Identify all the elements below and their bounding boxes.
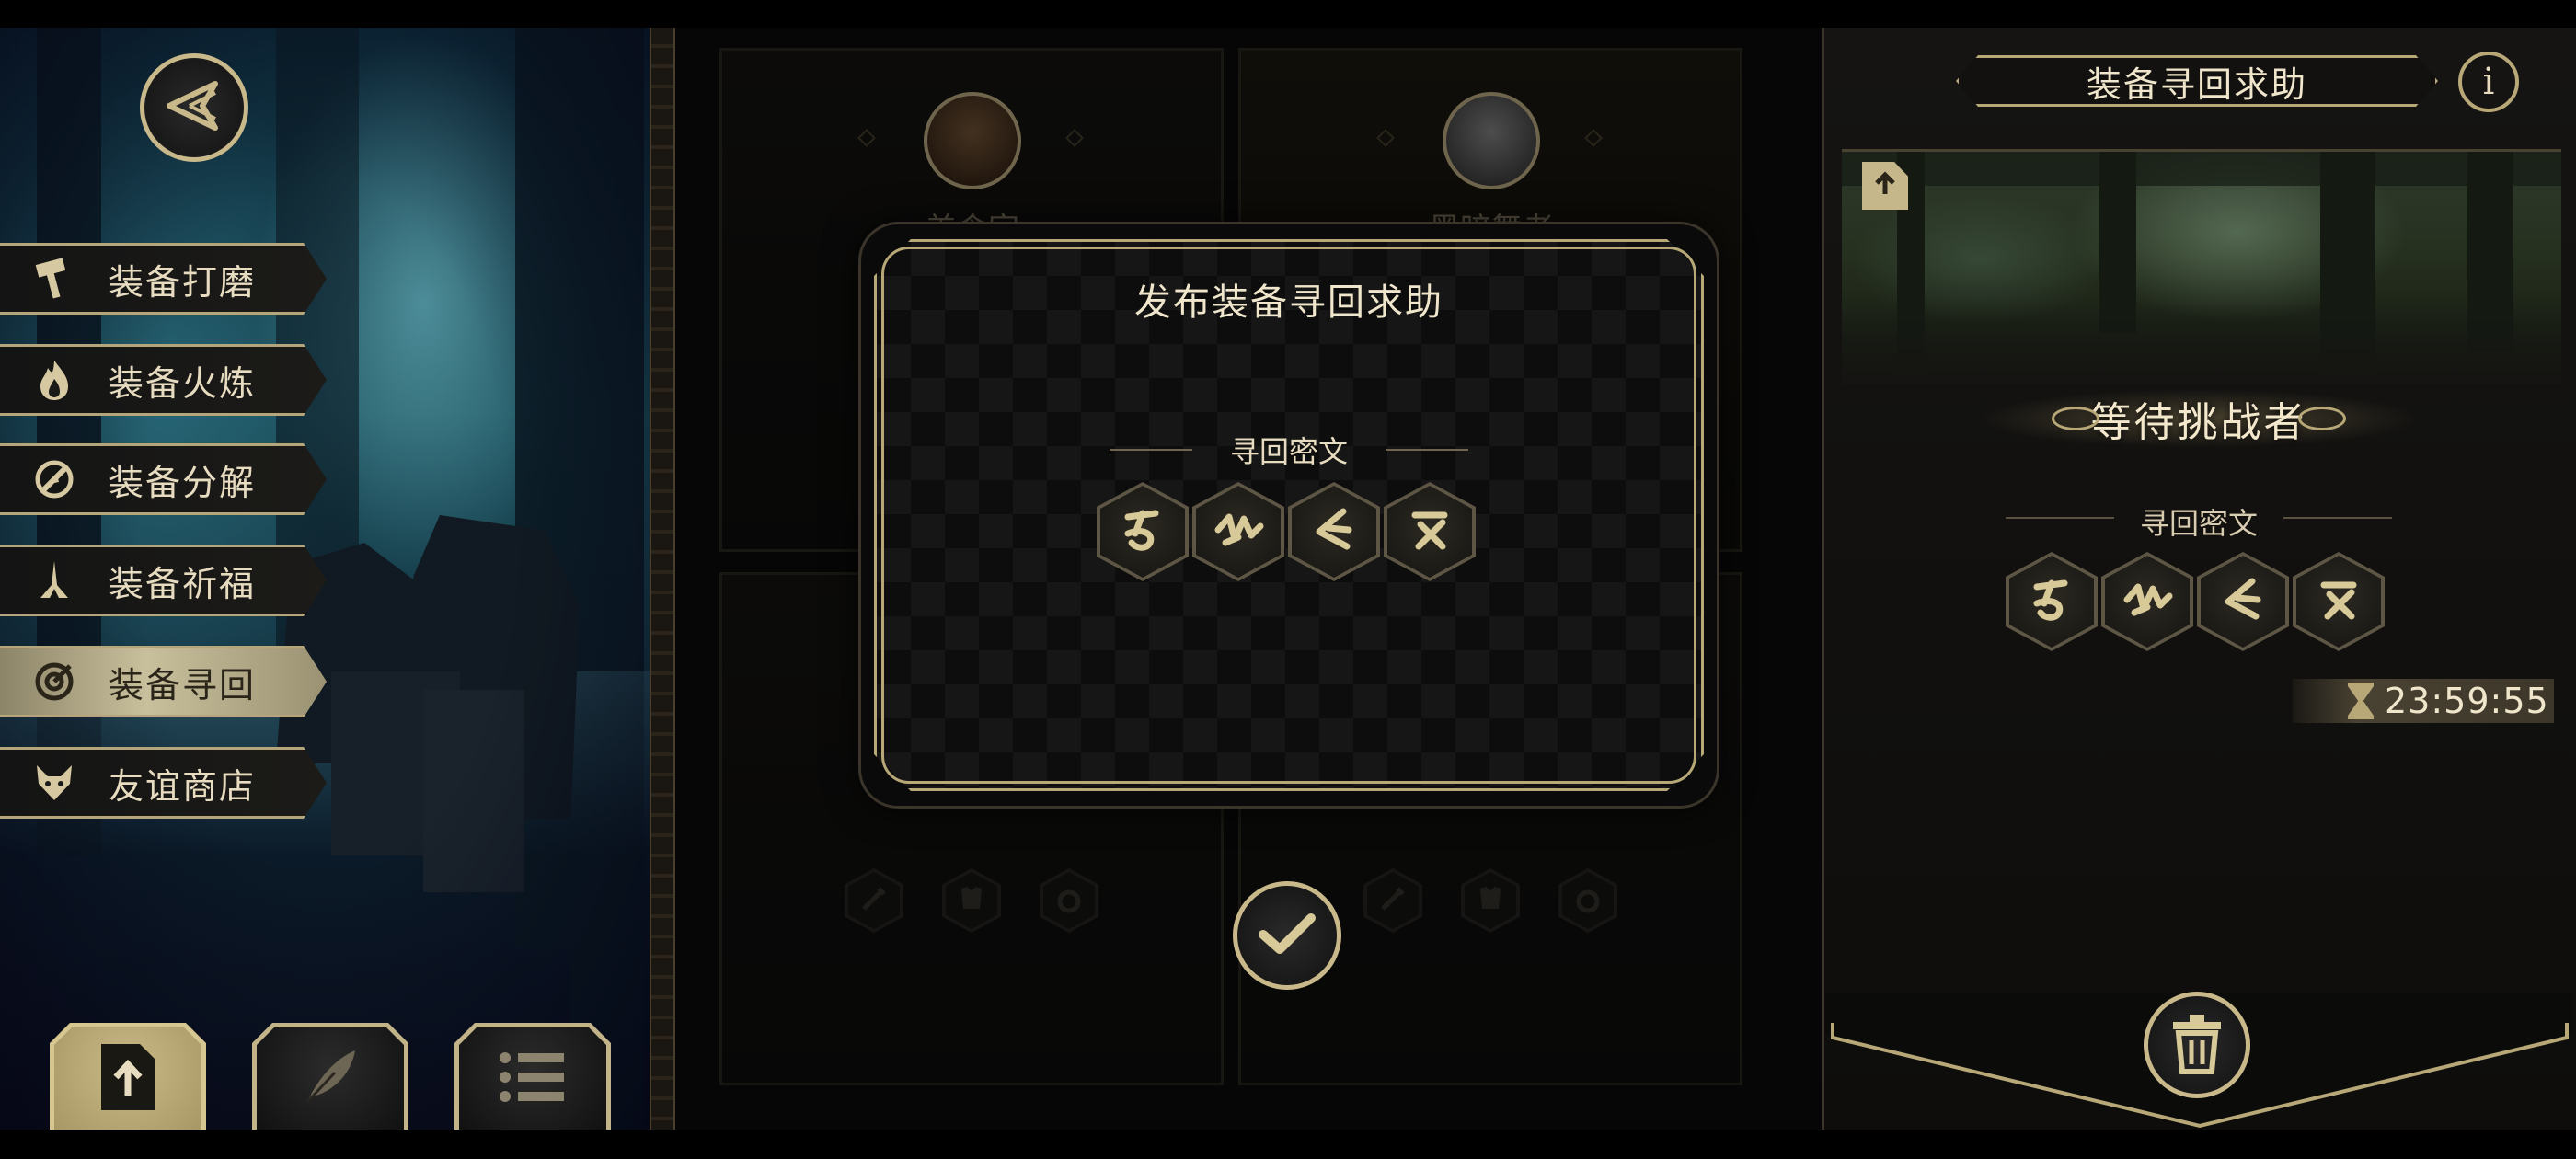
sidebar-item-shop[interactable]: 友谊商店 [0,747,327,819]
panel-divider [650,28,675,1130]
info-button[interactable]: i [2458,52,2519,112]
back-arrow-icon [162,78,226,137]
feather-icon [298,1045,362,1113]
publish-request-dialog: 发布装备寻回求助 寻回密文 [861,224,1717,806]
rune-2-icon [2120,572,2175,631]
records-button[interactable] [252,1023,408,1130]
target-icon [26,653,83,710]
confirm-button[interactable] [1233,881,1341,990]
sidebar-item-bless[interactable]: 装备祈福 [0,545,327,616]
upload-badge [1862,162,1908,210]
trash-icon [2168,1011,2226,1079]
panel-title: 装备寻回求助 [1956,55,2438,107]
sidebar-item-label: 友谊商店 [109,765,257,807]
sidebar-item-forge[interactable]: 装备火炼 [0,344,327,416]
hammer-icon [26,250,83,307]
rune-3-icon [1306,502,1362,561]
upload-file-icon [96,1040,160,1118]
status-text: 等待挑战者 [2090,399,2307,446]
status-banner: 等待挑战者 [1923,386,2475,451]
disassemble-icon [26,451,83,508]
sidebar-item-label: 装备打磨 [109,261,257,303]
letterbox-top [0,0,2576,28]
rune-2-icon [1211,502,1266,561]
list-button[interactable] [454,1023,611,1130]
cipher-label: 寻回密文 [1229,434,1348,469]
hourglass-icon [2348,683,2374,719]
timer-value: 23:59:55 [2385,681,2549,721]
checkmark-icon [1258,911,1317,960]
sidebar-item-label: 装备分解 [109,462,257,503]
rune-4-icon [1402,502,1457,561]
upload-arrow-icon [1871,170,1899,201]
countdown-timer: 23:59:55 [2293,679,2554,723]
sidebar-item-label: 装备祈福 [109,563,257,604]
cipher-label: 寻回密文 [2139,506,2258,541]
sidebar-item-label: 装备寻回 [109,664,257,706]
sidebar-item-polish[interactable]: 装备打磨 [0,243,327,315]
sidebar-item-retrieve[interactable]: 装备寻回 [0,646,327,717]
rune-1-icon [1115,502,1170,561]
flame-icon [26,351,83,408]
publish-button[interactable] [50,1023,206,1130]
praying-hands-icon [26,552,83,609]
delete-request-button[interactable] [2144,992,2250,1098]
thumbnail-frame [1842,149,2561,384]
rune-4-icon [2311,572,2366,631]
fox-icon [26,754,83,811]
back-button[interactable] [140,53,248,162]
rune-1-icon [2024,572,2079,631]
dialog-title: 发布装备寻回求助 [1134,281,1443,324]
letterbox-bottom [0,1130,2576,1159]
sidebar-item-label: 装备火炼 [109,362,257,404]
list-icon [496,1045,569,1113]
rune-3-icon [2215,572,2271,631]
sidebar-item-disassemble[interactable]: 装备分解 [0,443,327,515]
